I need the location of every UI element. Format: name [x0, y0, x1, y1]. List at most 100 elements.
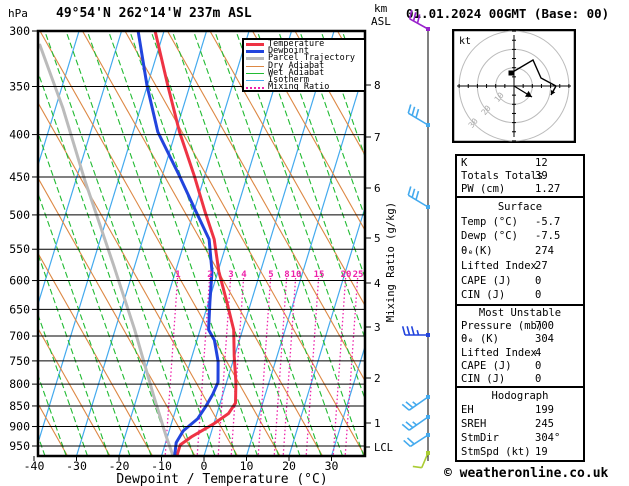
table-row: CIN (J) 0 [457, 373, 583, 385]
table-row: θₑ(K) 274 [457, 245, 583, 257]
temperature-tick-label: 10 [240, 459, 254, 473]
wind-barb [401, 415, 430, 431]
wind-level-marker [426, 415, 430, 419]
table-row: Pressure (mb) 700 [457, 320, 583, 332]
trace-start-marker [508, 70, 514, 76]
legend-swatch-mixing-ratio [246, 86, 264, 89]
row-value: 19 [535, 446, 548, 458]
info-box-surface: Surface Temp (°C) -5.7 Dewp (°C) -7.5 θₑ(K) 27… [455, 196, 585, 306]
row-label: StmDir [461, 432, 499, 444]
legend-swatch-temperature [246, 43, 264, 47]
row-value: 304° [535, 432, 561, 444]
row-label: StmSpd (kt) [461, 446, 531, 458]
mixing-ratio-label: 10 [291, 270, 302, 280]
wind-barb [401, 326, 430, 337]
row-label: Totals Totals [461, 170, 544, 182]
row-value: 0 [535, 274, 542, 287]
temperature-axis-title: Dewpoint / Temperature (°C) [116, 472, 327, 486]
row-value: 27 [535, 259, 548, 272]
mixing-ratio-label: 4 [241, 270, 247, 280]
wind-level-marker [426, 333, 430, 337]
table-row: StmDir 304° [457, 432, 583, 444]
row-label: Lifted Index [461, 346, 537, 359]
pressure-tick-label: 600 [9, 274, 30, 288]
lcl-label: LCL [374, 442, 393, 454]
wind-barb-column [401, 9, 430, 469]
row-label: θₑ(K) [461, 245, 493, 257]
altitude-tick-label: 6 [374, 182, 381, 195]
mixing-ratio-labels: 1 2 3 4 5 8 10 15 20 25 [175, 270, 363, 280]
row-value: -5.7 [535, 215, 561, 228]
altitude-tick-label: 2 [374, 372, 381, 385]
hodograph-unit-label: kt [459, 36, 471, 47]
pressure-tick-label: 850 [9, 399, 30, 413]
legend-swatch-wet-adiabat [246, 72, 264, 74]
pressure-tick-label: 700 [9, 329, 30, 343]
hodograph: 102030kt [452, 29, 576, 143]
table-row: Totals Totals 39 [457, 170, 583, 182]
info-tables: K 12 Totals Totals 39 PW (cm) 1.27 Surface Temp… [455, 154, 585, 462]
row-label: EH [461, 404, 474, 416]
wind-barb [412, 451, 430, 469]
pressure-tick-label: 750 [9, 354, 30, 368]
altitude-axis: 8 7 6 5 4 3 2 1 LCL Mixing Ratio (g/kg) [365, 79, 397, 454]
mixing-ratio-label: 3 [228, 270, 233, 280]
pressure-tick-label: 950 [9, 439, 30, 453]
pressure-tick-label: 900 [9, 420, 30, 434]
table-row: K 12 [457, 157, 583, 169]
table-row: PW (cm) 1.27 [457, 183, 583, 195]
row-value: 245 [535, 418, 554, 430]
row-value: 0 [535, 359, 542, 372]
table-row: CAPE (J) 0 [457, 275, 583, 287]
wind-level-marker [426, 451, 430, 455]
altitude-tick-label: 7 [374, 131, 381, 144]
row-value: 4 [535, 346, 542, 359]
table-row: CAPE (J) 0 [457, 360, 583, 372]
wind-barb [401, 395, 430, 411]
info-box-most-unstable: Most Unstable Pressure (mb) 700 θₑ (K) 304 Li… [455, 304, 585, 388]
table-row: θₑ (K) 304 [457, 333, 583, 345]
legend-item: Mixing Ratio [246, 83, 364, 91]
skewt-diagram: 3003504004505005506006507007508008509009… [9, 9, 430, 486]
row-label: CIN (J) [461, 372, 506, 385]
mixing-ratio-label: 1 [175, 270, 180, 280]
row-label: SREH [461, 418, 487, 430]
altitude-tick-label: 8 [374, 79, 381, 92]
pressure-tick-label: 300 [9, 24, 30, 38]
wind-level-marker [426, 433, 430, 437]
plot-area [38, 31, 365, 456]
altitude-tick-label: 5 [374, 232, 381, 245]
info-box-title: Most Unstable [478, 307, 562, 320]
info-box-title: Hodograph [491, 390, 549, 402]
table-row: EH 199 [457, 404, 583, 416]
row-label: PW (cm) [461, 183, 506, 195]
row-value: 700 [535, 320, 554, 333]
temperature-tick-label: -40 [24, 459, 45, 473]
table-row: Dewp (°C) -7.5 [457, 230, 583, 242]
wind-barb [403, 433, 430, 448]
wind-barb [408, 9, 430, 31]
pressure-tick-label: 450 [9, 170, 30, 184]
pressure-tick-label: 500 [9, 208, 30, 222]
temperature-tick-label: 0 [201, 459, 208, 473]
row-value: 304 [535, 333, 554, 346]
legend-swatch-isotherm [246, 80, 264, 82]
pressure-tick-label: 650 [9, 302, 30, 316]
altitude-tick-label: 4 [374, 277, 381, 290]
row-value: -7.5 [535, 230, 561, 243]
temperature-tick-label: 30 [325, 459, 339, 473]
row-label: θₑ (K) [461, 333, 499, 346]
wind-barb [407, 104, 430, 127]
table-row: Temp (°C) -5.7 [457, 216, 583, 228]
table-row: StmSpd (kt) 19 [457, 446, 583, 458]
row-label: CIN (J) [461, 289, 506, 302]
altitude-tick-label: 3 [374, 321, 381, 334]
mixing-ratio-label: 25 [353, 270, 364, 280]
table-row: CIN (J) 0 [457, 289, 583, 301]
row-value: 12 [535, 157, 548, 169]
temperature-tick-label: -10 [151, 459, 172, 473]
table-row: Lifted Index 27 [457, 260, 583, 272]
row-value: 274 [535, 245, 554, 257]
mixing-ratio-label: 20 [341, 270, 352, 280]
row-label: Pressure (mb) [461, 320, 544, 333]
